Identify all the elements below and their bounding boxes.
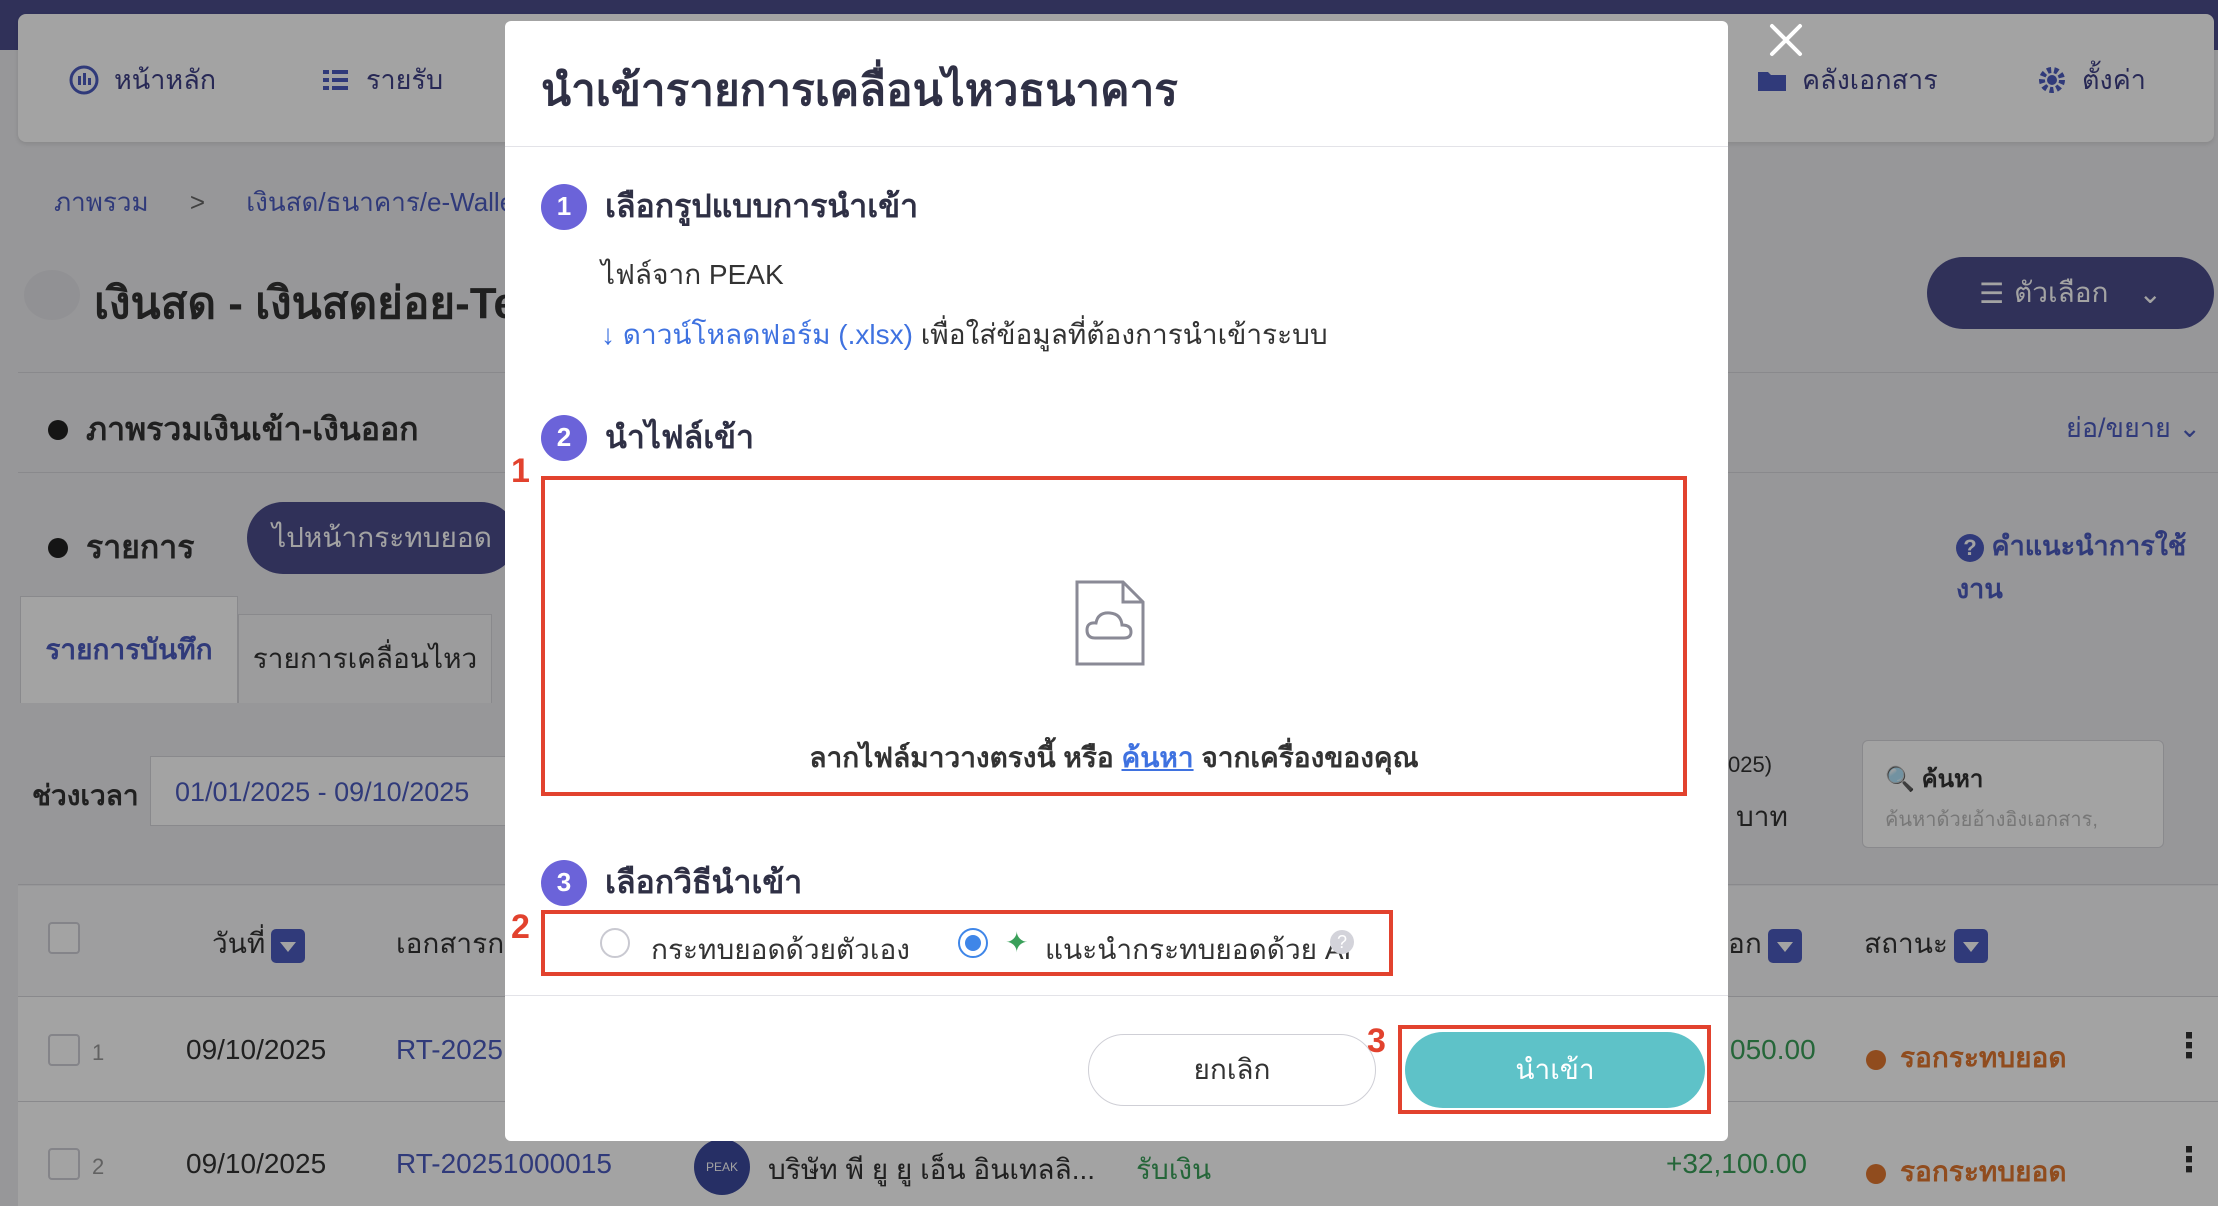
- cloud-file-icon: [1075, 580, 1145, 666]
- browse-link[interactable]: ค้นหา: [1122, 742, 1194, 773]
- download-arrow-icon: ↓: [601, 319, 623, 350]
- magic-wand-icon: ✦: [1005, 927, 1029, 958]
- step1-heading: 1 เลือกรูปแบบการนำเข้า: [541, 181, 918, 232]
- import-method-group: กระทบยอดด้วยตัวเอง ✦ แนะนำกระทบยอดด้วย A…: [541, 910, 1393, 976]
- modal-header: นำเข้ารายการเคลื่อนไหวธนาคาร: [505, 21, 1728, 147]
- annotation-2: 2: [511, 908, 530, 946]
- modal-footer-divider: [505, 995, 1728, 996]
- drop-suffix: จากเครื่องของคุณ: [1201, 742, 1419, 773]
- annotation-3: 3: [1367, 1022, 1386, 1060]
- download-form-link[interactable]: ดาวน์โหลดฟอร์ม (.xlsx): [623, 319, 913, 350]
- annotation-1: 1: [511, 452, 530, 490]
- drop-prefix: ลากไฟล์มาวางตรงนี้ หรือ: [809, 742, 1114, 773]
- step3-heading: 3 เลือกวิธีนำเข้า: [541, 857, 802, 908]
- ai-option-label[interactable]: แนะนำกระทบยอดด้วย AI: [1045, 928, 1351, 972]
- step2-heading: 2 นำไฟล์เข้า: [541, 412, 754, 463]
- manual-radio[interactable]: [600, 928, 630, 958]
- step2-title: นำไฟล์เข้า: [605, 419, 754, 455]
- step3-title: เลือกวิธีนำเข้า: [605, 864, 803, 900]
- file-drop-zone[interactable]: ลากไฟล์มาวางตรงนี้ หรือ ค้นหา จากเครื่อง…: [541, 476, 1687, 796]
- step3-badge: 3: [541, 859, 587, 906]
- step2-badge: 2: [541, 414, 587, 461]
- step1-source: ไฟล์จาก PEAK: [601, 259, 784, 290]
- modal-title: นำเข้ารายการเคลื่อนไหวธนาคาร: [541, 66, 1178, 115]
- close-icon[interactable]: [1768, 22, 1804, 58]
- import-button[interactable]: นำเข้า: [1405, 1032, 1705, 1108]
- cancel-button[interactable]: ยกเลิก: [1088, 1034, 1376, 1106]
- manual-option-label[interactable]: กระทบยอดด้วยตัวเอง: [651, 928, 910, 972]
- info-icon[interactable]: ?: [1330, 930, 1354, 954]
- step1-badge: 1: [541, 183, 587, 230]
- drop-instruction: ลากไฟล์มาวางตรงนี้ หรือ ค้นหา จากเครื่อง…: [545, 736, 1683, 780]
- ai-radio[interactable]: [958, 928, 988, 958]
- step1-title: เลือกรูปแบบการนำเข้า: [605, 188, 919, 224]
- import-bank-modal: นำเข้ารายการเคลื่อนไหวธนาคาร 1 เลือกรูปแ…: [505, 21, 1728, 1141]
- download-suffix: เพื่อใส่ข้อมูลที่ต้องการนำเข้าระบบ: [920, 319, 1328, 350]
- download-row: ↓ ดาวน์โหลดฟอร์ม (.xlsx) เพื่อใส่ข้อมูลท…: [601, 313, 1328, 357]
